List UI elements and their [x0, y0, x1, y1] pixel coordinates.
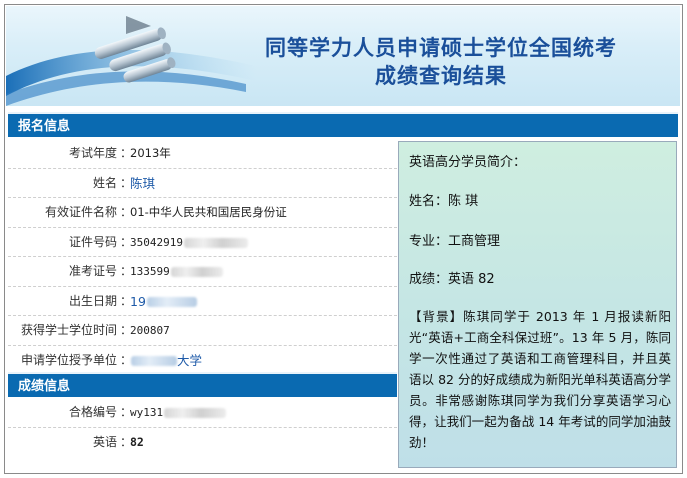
- panel-name: 姓名：陈 琪: [409, 194, 479, 209]
- label-id-type: 有效证件名称: [44, 205, 117, 219]
- page-title-line1: 同等学力人员申请硕士学位全国统考: [265, 36, 617, 60]
- label-name: 姓名: [92, 175, 117, 190]
- row-exam-year: 考试年度 ： 2013年: [8, 139, 397, 169]
- panel-intro: 英语高分学员简介：: [409, 155, 527, 170]
- redacted-blur: [164, 408, 227, 418]
- value-ticket-number: 133599: [130, 257, 223, 286]
- redacted-blur: [170, 267, 223, 277]
- row-pass-number: 合格编号 ： wy131: [8, 398, 397, 428]
- value-pass-number: wy131: [130, 398, 227, 427]
- value-exam-year: 2013年: [130, 146, 171, 160]
- value-bachelor-date: 200807: [130, 324, 170, 337]
- pass-number-visible: wy131: [130, 406, 164, 419]
- page-title-line2: 成绩查询结果: [375, 64, 507, 88]
- label-degree-unit: 申请学位授予单位: [20, 352, 117, 367]
- label-pass-number: 合格编号: [68, 405, 117, 419]
- panel-story: 【背景】陈琪同学于 2013 年 1 月报读新阳光“英语+工商全科保过班”。13…: [409, 309, 671, 450]
- redacted-blur: [146, 297, 197, 307]
- value-name: 陈琪: [130, 175, 156, 191]
- label-bachelor-date: 获得学士学位时间: [20, 323, 117, 337]
- row-name: 姓名 ： 陈琪: [8, 169, 397, 198]
- row-bachelor-date: 获得学士学位时间 ： 200807: [8, 316, 397, 346]
- row-ticket-number: 准考证号 ： 133599: [8, 257, 397, 287]
- scores-list: 合格编号 ： wy131 英语 ： 82: [8, 398, 397, 457]
- row-birth-date: 出生日期 ： 19: [8, 287, 397, 316]
- row-english-score: 英语 ： 82: [8, 428, 397, 458]
- redacted-blur: [131, 356, 177, 366]
- degree-unit-visible: 大学: [177, 352, 203, 368]
- value-english-score: 82: [130, 434, 144, 449]
- panel-score: 成绩：英语 82: [409, 272, 495, 287]
- row-degree-unit: 申请学位授予单位 ： 大学: [8, 346, 397, 376]
- registration-list: 考试年度 ： 2013年 姓名 ： 陈琪 有效证件名称 ： 01-中华人民共和国…: [8, 139, 397, 375]
- id-number-visible: 35042919: [130, 235, 183, 249]
- section-header-scores: 成绩信息: [8, 372, 397, 397]
- redacted-blur: [183, 237, 248, 248]
- value-id-number: 35042919: [130, 228, 248, 257]
- ticket-number-visible: 133599: [130, 265, 170, 278]
- value-degree-unit: 大学: [130, 346, 202, 375]
- value-birth-date: 19: [130, 287, 197, 316]
- row-id-type: 有效证件名称 ： 01-中华人民共和国居民身份证: [8, 198, 397, 228]
- row-id-number: 证件号码 ： 35042919: [8, 228, 397, 257]
- page-title: 同等学力人员申请硕士学位全国统考 成绩查询结果: [256, 34, 626, 90]
- label-birth-date: 出生日期: [68, 293, 117, 308]
- label-english: 英语: [92, 434, 117, 449]
- label-ticket-number: 准考证号: [68, 264, 117, 278]
- section-header-registration: 报名信息: [8, 112, 678, 137]
- header-banner: 同等学力人员申请硕士学位全国统考 成绩查询结果: [6, 6, 680, 106]
- pipes-graphic: [6, 16, 256, 106]
- label-id-number: 证件号码: [68, 234, 117, 249]
- value-id-type: 01-中华人民共和国居民身份证: [130, 205, 287, 219]
- label-exam-year: 考试年度: [68, 146, 117, 160]
- panel-major: 专业：工商管理: [409, 234, 501, 249]
- student-profile-panel: 英语高分学员简介： 姓名：陈 琪 专业：工商管理 成绩：英语 82 【背景】陈琪…: [398, 141, 677, 468]
- birth-date-visible: 19: [130, 293, 146, 309]
